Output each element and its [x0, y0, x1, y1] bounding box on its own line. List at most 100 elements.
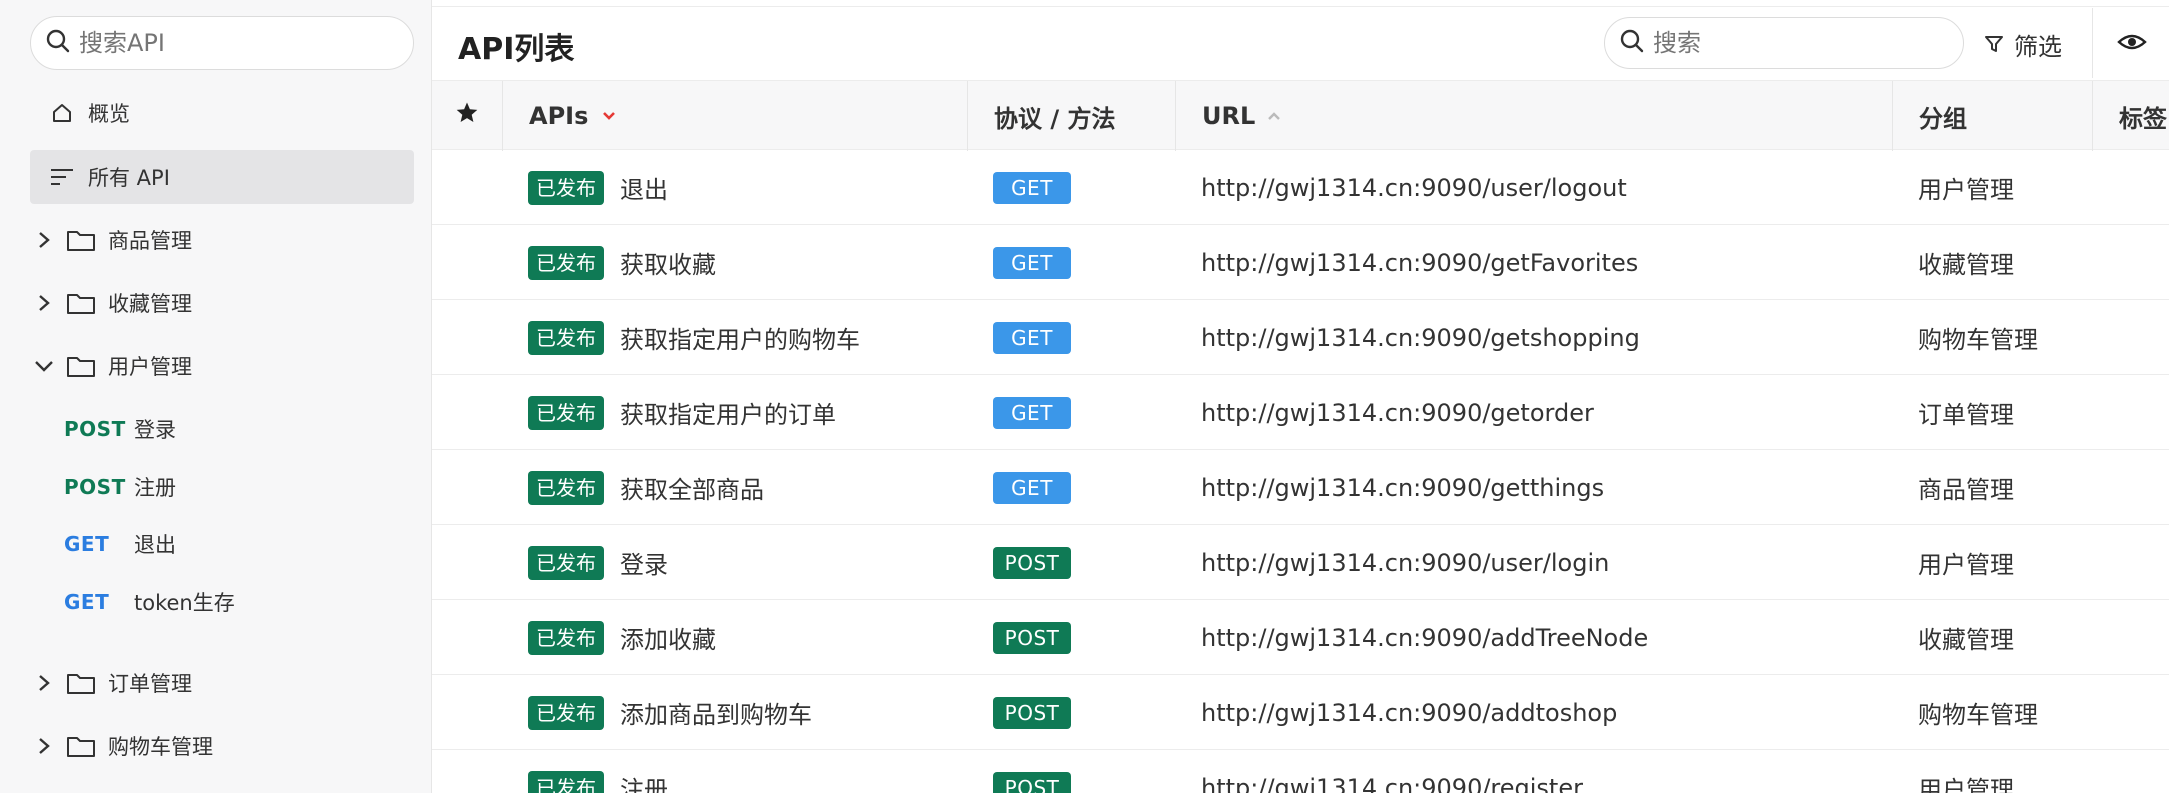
sidebar-api-register[interactable]: POST 注册: [64, 465, 176, 509]
filter-label: 筛选: [2014, 32, 2062, 61]
table-row[interactable]: 已发布 添加商品到购物车 POST http://gwj1314.cn:9090/ad…: [432, 675, 2169, 750]
method-cell: POST: [993, 675, 1071, 750]
api-name[interactable]: 获取收藏: [620, 245, 716, 280]
list-icon: [46, 167, 78, 187]
api-cell: 已发布 获取指定用户的购物车: [528, 300, 860, 375]
home-icon: [46, 102, 78, 124]
column-apis-label: APIs: [529, 102, 589, 130]
group-cell: 购物车管理: [1918, 675, 2038, 750]
header-search-box[interactable]: [1604, 17, 1964, 69]
sort-desc-icon[interactable]: [602, 111, 616, 121]
folder-users[interactable]: 用户管理: [34, 341, 192, 391]
url-text: http://gwj1314.cn:9090/register: [1201, 773, 1583, 793]
group-cell: 用户管理: [1918, 150, 2014, 225]
api-name[interactable]: 获取指定用户的购物车: [620, 320, 860, 355]
column-tags-label: 标签: [2119, 104, 2167, 133]
group-cell: 订单管理: [1918, 375, 2014, 450]
status-badge: 已发布: [528, 545, 604, 580]
api-name[interactable]: 获取指定用户的订单: [620, 395, 836, 430]
column-url[interactable]: URL: [1175, 81, 1892, 151]
group-text: 收藏管理: [1918, 626, 2014, 654]
folder-favorites[interactable]: 收藏管理: [34, 278, 192, 328]
group-text: 购物车管理: [1918, 326, 2038, 354]
url-text: http://gwj1314.cn:9090/addTreeNode: [1201, 623, 1649, 652]
status-badge: 已发布: [528, 320, 604, 355]
group-cell: 购物车管理: [1918, 300, 2038, 375]
method-label: POST: [64, 475, 126, 499]
table-row[interactable]: 已发布 退出 GET http://gwj1314.cn:9090/user/logo…: [432, 150, 2169, 225]
group-cell: 收藏管理: [1918, 225, 2014, 300]
status-badge: 已发布: [528, 470, 604, 505]
url-text: http://gwj1314.cn:9090/getFavorites: [1201, 248, 1639, 277]
api-cell: 已发布 添加收藏: [528, 600, 716, 675]
sidebar-api-token[interactable]: GET token生存: [64, 580, 235, 624]
status-badge: 已发布: [528, 770, 604, 793]
column-protocol[interactable]: 协议 / 方法: [967, 81, 1175, 151]
chevron-right-icon: [34, 673, 54, 693]
api-name[interactable]: 退出: [620, 170, 668, 205]
main-panel: API列表 筛选 API: [432, 0, 2169, 793]
table-row[interactable]: 已发布 添加收藏 POST http://gwj1314.cn:9090/addTre…: [432, 600, 2169, 675]
api-name[interactable]: 注册: [620, 770, 668, 793]
table-row[interactable]: 已发布 获取收藏 GET http://gwj1314.cn:9090/getFavo…: [432, 225, 2169, 300]
folder-icon: [66, 354, 96, 378]
search-icon: [45, 28, 71, 58]
column-tags[interactable]: 标签: [2092, 81, 2169, 151]
page-title: API列表: [458, 32, 575, 67]
nav-all-apis-label: 所有 API: [88, 166, 170, 190]
api-name: token生存: [134, 591, 235, 615]
column-protocol-label: 协议 / 方法: [994, 104, 1116, 133]
url-cell: http://gwj1314.cn:9090/addTreeNode: [1201, 600, 1648, 675]
url-text: http://gwj1314.cn:9090/user/logout: [1201, 173, 1627, 202]
api-name[interactable]: 添加收藏: [620, 620, 716, 655]
column-group[interactable]: 分组: [1892, 81, 2092, 151]
nav-all-apis[interactable]: 所有 API: [30, 150, 414, 204]
api-cell: 已发布 获取指定用户的订单: [528, 375, 836, 450]
table-row[interactable]: 已发布 注册 POST http://gwj1314.cn:9090/register…: [432, 750, 2169, 793]
table-header: APIs 协议 / 方法 URL 分组 标签: [432, 80, 2169, 151]
sort-asc-icon[interactable]: [1267, 111, 1281, 121]
table-row[interactable]: 已发布 获取指定用户的订单 GET http://gwj1314.cn:9090/ge…: [432, 375, 2169, 450]
status-badge: 已发布: [528, 695, 604, 730]
nav-overview-label: 概览: [88, 102, 130, 126]
sidebar-search-box[interactable]: [30, 16, 414, 70]
api-name[interactable]: 添加商品到购物车: [620, 695, 812, 730]
table-row[interactable]: 已发布 登录 POST http://gwj1314.cn:9090/user/log…: [432, 525, 2169, 600]
sidebar-api-login[interactable]: POST 登录: [64, 407, 176, 451]
method-cell: GET: [993, 450, 1071, 525]
method-badge: GET: [993, 471, 1071, 504]
group-text: 商品管理: [1918, 476, 2014, 504]
header-search-input[interactable]: [1653, 29, 1933, 57]
api-name[interactable]: 登录: [620, 545, 668, 580]
group-text: 订单管理: [1918, 401, 2014, 429]
column-favorite[interactable]: [432, 81, 502, 151]
filter-button[interactable]: 筛选: [1984, 24, 2062, 64]
folder-products[interactable]: 商品管理: [34, 215, 192, 265]
group-cell: 商品管理: [1918, 450, 2014, 525]
folder-orders[interactable]: 订单管理: [34, 658, 192, 708]
group-text: 购物车管理: [1918, 701, 2038, 729]
column-apis[interactable]: APIs: [502, 81, 967, 151]
nav-overview[interactable]: 概览: [30, 86, 414, 140]
view-toggle-button[interactable]: [2112, 26, 2152, 62]
api-name[interactable]: 获取全部商品: [620, 470, 764, 505]
table-row[interactable]: 已发布 获取指定用户的购物车 GET http://gwj1314.cn:9090/g…: [432, 300, 2169, 375]
table-row[interactable]: 已发布 获取全部商品 GET http://gwj1314.cn:9090/getth…: [432, 450, 2169, 525]
api-cell: 已发布 退出: [528, 150, 668, 225]
folder-cart[interactable]: 购物车管理: [34, 721, 213, 771]
url-cell: http://gwj1314.cn:9090/user/logout: [1201, 150, 1627, 225]
folder-label: 订单管理: [108, 672, 192, 696]
group-text: 用户管理: [1918, 776, 2014, 793]
chevron-right-icon: [34, 230, 54, 250]
method-cell: POST: [993, 600, 1071, 675]
sidebar-api-logout[interactable]: GET 退出: [64, 522, 176, 566]
chevron-right-icon: [34, 293, 54, 313]
sidebar-search-input[interactable]: [79, 29, 399, 57]
folder-label: 商品管理: [108, 229, 192, 253]
api-name: 登录: [134, 418, 176, 442]
method-cell: POST: [993, 525, 1071, 600]
url-cell: http://gwj1314.cn:9090/getFavorites: [1201, 225, 1638, 300]
url-cell: http://gwj1314.cn:9090/getthings: [1201, 450, 1604, 525]
folder-icon: [66, 228, 96, 252]
group-text: 收藏管理: [1918, 251, 2014, 279]
